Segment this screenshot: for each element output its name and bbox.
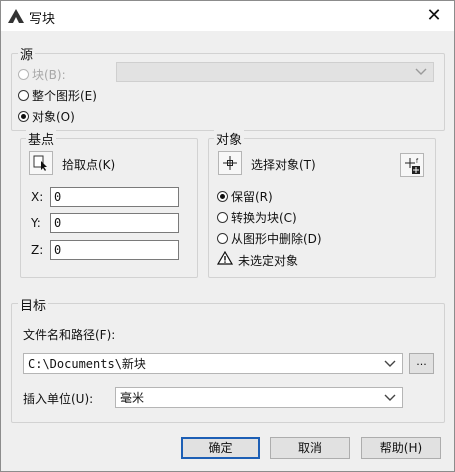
quick-select-button[interactable]: f [400,153,424,177]
chevron-down-icon [415,68,427,75]
z-label: Z: [31,243,44,257]
warning-text: 未选定对象 [238,254,299,268]
warning-icon [217,251,233,265]
help-button[interactable]: 帮助(H) [361,437,441,459]
units-select[interactable]: 毫米 [115,387,403,408]
units-value: 毫米 [120,391,145,405]
path-value: C:\Documents\新块 [28,357,146,371]
radio-block[interactable]: 块(B): [18,66,66,83]
path-label: 文件名和路径(F): [23,328,116,342]
radio-delete-from-drawing[interactable]: 从图形中删除(D) [217,230,322,247]
title-bar[interactable]: 写块 ✕ [1,1,454,31]
cancel-button[interactable]: 取消 [270,437,350,459]
app-logo-icon [8,9,24,23]
pick-point-button[interactable] [29,151,53,175]
crosshair-icon [223,156,237,170]
radio-block-indicator [18,69,29,80]
radio-delete-indicator [217,233,228,244]
radio-convert-to-block[interactable]: 转换为块(C) [217,209,297,226]
chevron-down-icon [384,394,396,401]
svg-text:f: f [416,158,419,165]
radio-convert-label: 转换为块(C) [231,211,297,225]
y-label: Y: [31,216,41,230]
radio-retain-label: 保留(R) [231,190,273,204]
select-objects-button[interactable] [218,151,242,175]
radio-block-label: 块(B): [32,68,66,82]
radio-entire-drawing[interactable]: 整个图形(E) [18,87,97,104]
radio-objects-indicator [18,111,29,122]
select-objects-label: 选择对象(T) [251,158,316,172]
chevron-down-icon [384,360,396,367]
block-name-select[interactable] [116,62,434,82]
destination-group-label: 目标 [18,295,49,314]
radio-objects[interactable]: 对象(O) [18,108,75,125]
source-group-label: 源 [18,44,36,63]
radio-entire-drawing-indicator [18,90,29,101]
write-block-dialog: 写块 ✕ 源 块(B): 整个图形(E) 对象(O) 基点 拾取点(K) X: … [0,0,455,472]
radio-entire-drawing-label: 整个图形(E) [32,89,97,103]
radio-delete-label: 从图形中删除(D) [231,232,322,246]
radio-objects-label: 对象(O) [32,110,75,124]
dialog-title: 写块 [29,12,56,27]
quick-select-icon: f [405,158,420,174]
radio-retain[interactable]: 保留(R) [217,188,273,205]
radio-retain-indicator [217,191,228,202]
base-point-group-label: 基点 [26,129,57,148]
y-field[interactable]: 0 [50,213,179,233]
close-button[interactable]: ✕ [420,5,448,27]
units-label: 插入单位(U): [23,392,94,406]
ok-button[interactable]: 确定 [181,437,260,459]
path-combo[interactable]: C:\Documents\新块 [23,353,403,374]
x-field[interactable]: 0 [50,187,179,207]
z-field[interactable]: 0 [50,240,179,260]
pick-point-icon [33,155,47,171]
close-icon: ✕ [426,5,442,26]
objects-group-label: 对象 [214,129,245,148]
x-label: X: [31,190,44,204]
radio-convert-indicator [217,212,228,223]
pick-point-label: 拾取点(K) [62,158,116,172]
browse-button[interactable]: ... [409,353,434,374]
